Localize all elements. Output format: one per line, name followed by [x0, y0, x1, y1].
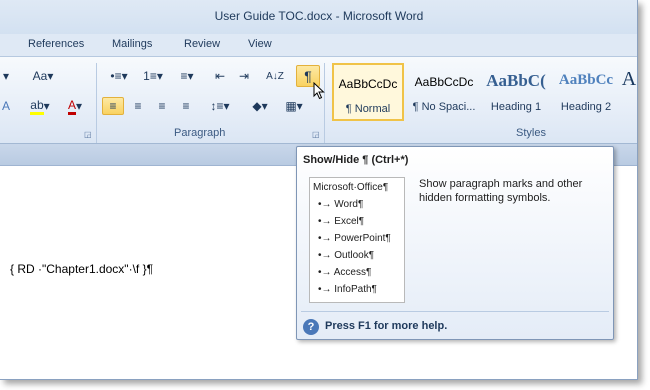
style-heading-2[interactable]: AaBbCc Heading 2 [550, 63, 622, 121]
paragraph-group-label: Paragraph [174, 127, 226, 139]
mouse-cursor-icon [313, 82, 325, 100]
styles-gallery: AaBbCcDc ¶ Normal AaBbCcDc ¶ No Spaci...… [330, 63, 637, 123]
bullets-button[interactable]: •≡ ▾ [104, 67, 134, 85]
style-normal[interactable]: AaBbCcDc ¶ Normal [332, 63, 404, 121]
align-left-button[interactable]: ≡ [102, 97, 124, 115]
tooltip-help-text: Press F1 for more help. [325, 320, 448, 332]
tooltip-title: Show/Hide ¶ (Ctrl+*) [303, 154, 409, 166]
style-title[interactable]: A [620, 63, 637, 121]
highlight-button[interactable]: ab ▾ [26, 97, 54, 115]
decrease-indent-button[interactable]: ⇤ [210, 67, 230, 85]
font-size-dropdown[interactable]: ▾ [0, 67, 12, 85]
center-button[interactable]: ≡ [128, 97, 148, 115]
tab-review[interactable]: Review [184, 38, 220, 50]
styles-group-label: Styles [516, 127, 546, 139]
numbering-button[interactable]: 1≡ ▾ [138, 67, 168, 85]
justify-button[interactable]: ≡ [176, 97, 196, 115]
align-right-button[interactable]: ≡ [152, 97, 172, 115]
ribbon: ▾ Aa ▾ A ab ▾ A ▾ •≡ ▾ 1≡ ▾ ≡ ▾ ⇤ ⇥ A↓Z ¶ ≡ ≡ … [0, 56, 637, 144]
example-line: •→ Word¶ [318, 199, 364, 210]
font-dialog-launcher-icon[interactable]: ◲ [84, 130, 92, 139]
example-line: •→ Outlook¶ [318, 250, 375, 261]
example-line: Microsoft·Office¶ [313, 182, 389, 193]
style-heading-1[interactable]: AaBbC( Heading 1 [480, 63, 552, 121]
change-case-button[interactable]: Aa ▾ [30, 67, 56, 85]
style-no-spacing[interactable]: AaBbCcDc ¶ No Spaci... [408, 63, 480, 121]
example-line: •→ Access¶ [318, 267, 372, 278]
group-separator [324, 63, 325, 143]
field-code: { RD ·"Chapter1.docx"·\f }¶ [10, 262, 154, 276]
title-bar: User Guide TOC.docx - Microsoft Word [0, 0, 637, 34]
sort-button[interactable]: A↓Z [262, 67, 288, 85]
increase-indent-button[interactable]: ⇥ [234, 67, 254, 85]
tab-references[interactable]: References [28, 38, 84, 50]
font-color-button[interactable]: A ▾ [62, 97, 88, 115]
help-icon: ? [303, 319, 319, 335]
paragraph-dialog-launcher-icon[interactable]: ◲ [312, 130, 320, 139]
tooltip-description: Show paragraph marks and other hidden fo… [419, 178, 583, 204]
tooltip-example-image: Microsoft·Office¶ •→ Word¶ •→ Excel¶ •→ … [309, 177, 405, 303]
line-spacing-button[interactable]: ↕≡ ▾ [204, 97, 236, 115]
example-line: •→ PowerPoint¶ [318, 233, 391, 244]
ribbon-tabs: References Mailings Review View [0, 34, 637, 56]
tab-view[interactable]: View [248, 38, 272, 50]
shading-button[interactable]: ◆ ▾ [246, 97, 274, 115]
tab-mailings[interactable]: Mailings [112, 38, 152, 50]
multilevel-list-button[interactable]: ≡ ▾ [172, 67, 202, 85]
tooltip-divider [301, 311, 609, 312]
show-hide-tooltip: Show/Hide ¶ (Ctrl+*) Microsoft·Office¶ •… [296, 146, 614, 340]
group-separator [96, 63, 97, 143]
borders-button[interactable]: ▦ ▾ [280, 97, 308, 115]
window-title: User Guide TOC.docx - Microsoft Word [214, 9, 424, 23]
text-effects-icon[interactable]: A [0, 97, 12, 115]
word-window: User Guide TOC.docx - Microsoft Word Ref… [0, 0, 638, 380]
example-line: •→ Excel¶ [318, 216, 365, 227]
example-line: •→ InfoPath¶ [318, 284, 377, 295]
